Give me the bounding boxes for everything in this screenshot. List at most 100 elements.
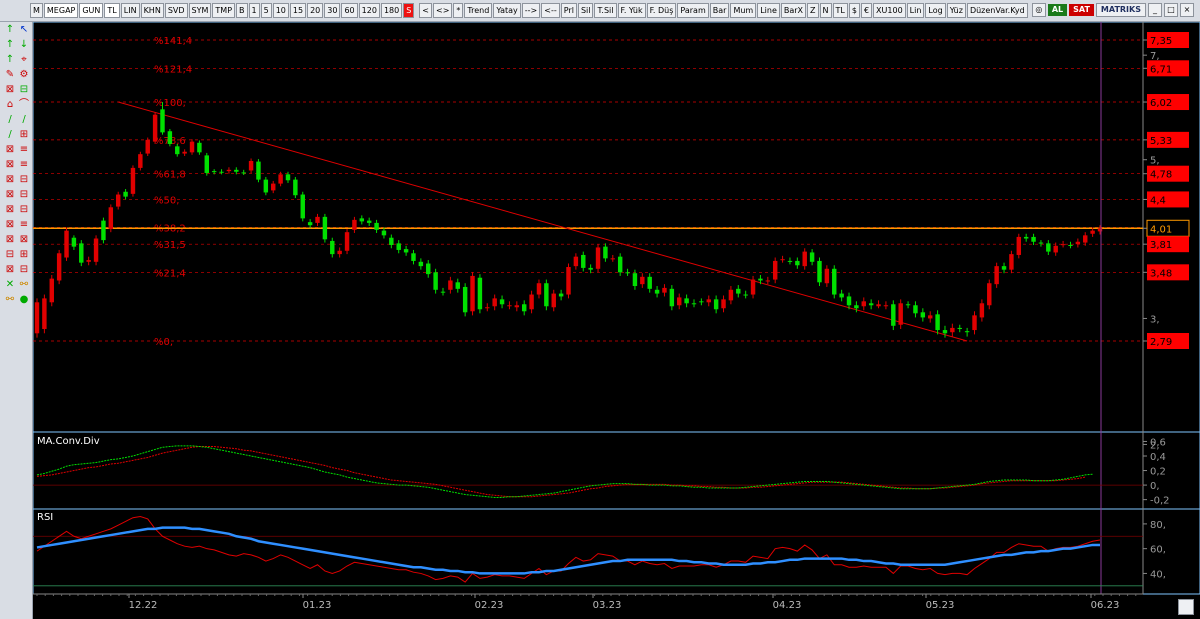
tool-button-8[interactable]: Sil (577, 3, 594, 18)
tool-button-19[interactable]: TL (832, 3, 848, 18)
drawing-tool-icon[interactable]: ⊠ (4, 159, 16, 171)
interval-button-30[interactable]: 30 (324, 3, 341, 18)
interval-button-120[interactable]: 120 (358, 3, 380, 18)
interval-button-20[interactable]: 20 (307, 3, 324, 18)
drawing-tool-icon[interactable]: ⊟ (18, 204, 30, 216)
tool-button-13[interactable]: Bar (709, 3, 730, 18)
drawing-tool-icon[interactable]: ⌒ (18, 99, 30, 111)
drawing-tool-icon[interactable]: ⚯ (18, 279, 30, 291)
tool-button-18[interactable]: N (819, 3, 832, 18)
sell-button[interactable]: SAT (1069, 4, 1094, 16)
drawing-tool-icon[interactable]: ↑ (4, 54, 16, 66)
interval-button-10[interactable]: 10 (272, 3, 289, 18)
candle-body (507, 305, 512, 307)
candle-body (56, 253, 62, 281)
drawing-tool-icon[interactable]: ⊠ (4, 84, 16, 96)
interval-button-15[interactable]: 15 (289, 3, 307, 18)
tool-button-10[interactable]: F. Yük (617, 3, 646, 18)
drawing-tool-icon[interactable]: ⊠ (4, 234, 16, 246)
drawing-tool-icon[interactable]: / (4, 129, 16, 141)
buy-button[interactable]: AL (1047, 4, 1068, 16)
period-select[interactable]: GUN (79, 3, 104, 18)
resize-grip-icon[interactable] (1178, 599, 1194, 615)
tool-button-5[interactable]: --> (521, 3, 541, 18)
tool-button-26[interactable]: DüzenVar.Kyd (966, 3, 1028, 18)
drawing-tool-icon[interactable]: ⊠ (4, 144, 16, 156)
drawing-tool-icon[interactable]: ↖ (18, 24, 30, 36)
tool-button-3[interactable]: Trend (464, 3, 493, 18)
interval-button-5[interactable]: 5 (260, 3, 272, 18)
drawing-tool-icon[interactable]: ⊟ (18, 264, 30, 276)
tool-button-4[interactable]: Yatay (493, 3, 521, 18)
tool-button-9[interactable]: T.Sil (594, 3, 617, 18)
scale-button-lin[interactable]: LIN (120, 3, 140, 18)
drawing-tool-icon[interactable]: ↑ (4, 24, 16, 36)
chart-canvas[interactable]: %141,4%121,4%100,%78,6%61,8%50,%38,2%31,… (33, 22, 1200, 619)
drawing-tool-icon[interactable]: ⊞ (18, 249, 30, 261)
menu-button[interactable]: M (30, 3, 43, 18)
tool-button-11[interactable]: F. Düş (646, 3, 677, 18)
drawing-tool-icon[interactable]: ✎ (4, 69, 16, 81)
drawing-tool-icon[interactable]: ⊟ (18, 174, 30, 186)
drawing-tool-icon[interactable]: ⚯ (4, 294, 16, 306)
interval-button-180[interactable]: 180 (380, 3, 403, 18)
refresh-icon[interactable]: ◎ (1031, 3, 1046, 17)
scale-button-khn[interactable]: KHN (140, 3, 164, 18)
drawing-tool-icon[interactable]: ⊟ (18, 84, 30, 96)
tool-button-15[interactable]: Line (757, 3, 780, 18)
interval-button-60[interactable]: 60 (341, 3, 358, 18)
scale-button-svd[interactable]: SVD (164, 3, 188, 18)
tool-button-23[interactable]: Lin (906, 3, 925, 18)
drawing-tool-icon[interactable]: ⌂ (4, 99, 16, 111)
tool-button-25[interactable]: Yüz (946, 3, 966, 18)
unit-select[interactable]: TL (104, 3, 120, 18)
candle-body (758, 278, 763, 281)
scale-button-sym[interactable]: SYM (188, 3, 212, 18)
tool-button-20[interactable]: $ (848, 3, 860, 18)
drawing-tool-icon[interactable]: ↓ (18, 39, 30, 51)
tool-button-6[interactable]: <-- (541, 3, 560, 18)
drawing-tool-icon[interactable]: ⊠ (4, 264, 16, 276)
x-tick-label: 02.23 (475, 600, 504, 611)
tool-button-22[interactable]: XU100 (873, 3, 906, 18)
candle-body (101, 220, 106, 241)
tool-button-1[interactable]: <> (433, 3, 453, 18)
tool-button-7[interactable]: Prl (560, 3, 577, 18)
drawing-tool-icon[interactable]: ⌖ (18, 54, 30, 66)
tool-button-12[interactable]: Param (677, 3, 709, 18)
drawing-tool-icon[interactable]: ≡ (18, 144, 30, 156)
tool-button-2[interactable]: * (453, 3, 464, 18)
drawing-tool-icon[interactable]: ⊠ (4, 174, 16, 186)
drawing-tool-icon[interactable]: ⊠ (4, 189, 16, 201)
drawing-tool-icon[interactable]: ⊟ (18, 189, 30, 201)
tool-button-14[interactable]: Mum (730, 3, 757, 18)
drawing-tool-icon[interactable]: / (18, 114, 30, 126)
drawing-tool-icon[interactable]: ✕ (4, 279, 16, 291)
tool-button-17[interactable]: Z (807, 3, 819, 18)
maximize-icon[interactable]: □ (1164, 3, 1178, 17)
drawing-tool-icon[interactable]: ≡ (18, 219, 30, 231)
drawing-tool-icon[interactable]: ⊞ (18, 129, 30, 141)
scale-button-tmp[interactable]: TMP (212, 3, 236, 18)
interval-button-S[interactable]: S (403, 3, 415, 18)
candle-body (64, 230, 69, 258)
drawing-tool-icon[interactable]: ● (18, 294, 30, 306)
minimize-icon[interactable]: _ (1148, 3, 1162, 17)
drawing-tool-icon[interactable]: ⊠ (18, 234, 30, 246)
drawing-tool-icon[interactable]: ↑ (4, 39, 16, 51)
drawing-tool-icon[interactable]: ⚙ (18, 69, 30, 81)
symbol-input[interactable]: MEGAP (43, 3, 79, 18)
drawing-tool-icon[interactable]: ⊠ (4, 219, 16, 231)
tool-button-16[interactable]: BarX (780, 3, 807, 18)
drawing-tool-icon[interactable]: ≡ (18, 159, 30, 171)
interval-button-B[interactable]: B (236, 3, 248, 18)
drawing-tool-icon[interactable]: ⊠ (4, 204, 16, 216)
close-icon[interactable]: × (1180, 3, 1194, 17)
tool-button-21[interactable]: € (860, 3, 873, 18)
drawing-tool-icon[interactable]: / (4, 114, 16, 126)
interval-button-1[interactable]: 1 (248, 3, 260, 18)
tool-button-24[interactable]: Log (925, 3, 946, 18)
tool-button-0[interactable]: < (419, 3, 432, 18)
drawing-tool-icon[interactable]: ⊟ (4, 249, 16, 261)
candle-body (411, 253, 416, 261)
